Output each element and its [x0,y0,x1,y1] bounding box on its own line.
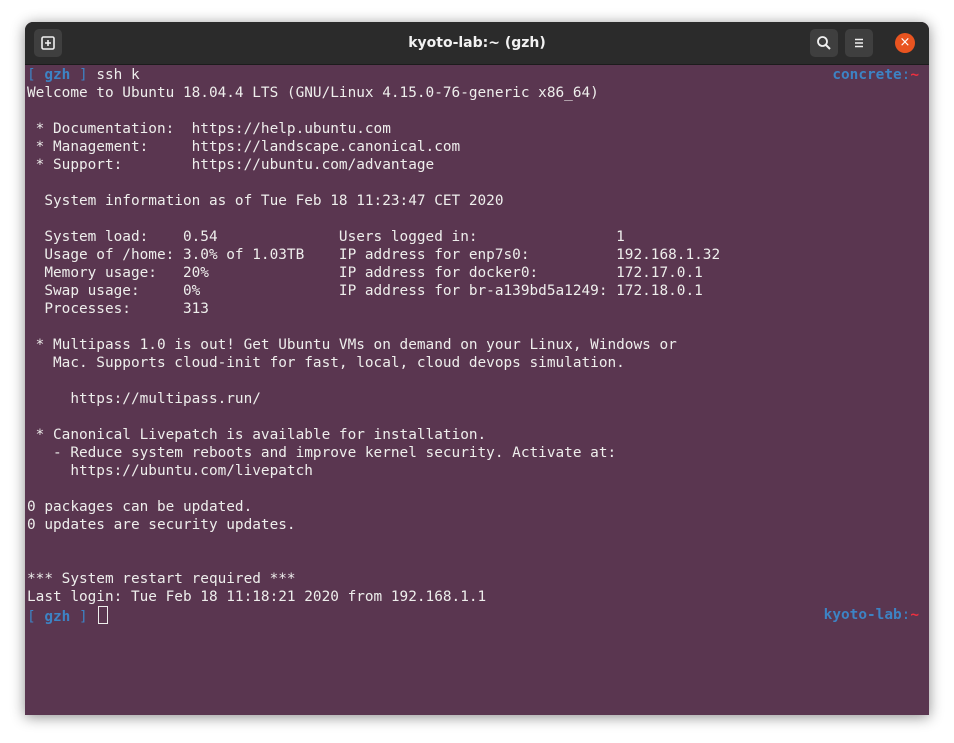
hamburger-menu-icon [855,38,863,48]
prompt-user: gzh [44,67,71,83]
motd-sysinfo-row: Usage of /home: 3.0% of 1.03TB IP addres… [27,247,721,263]
motd-support: * Support: https://ubuntu.com/advantage [27,157,435,173]
motd-sysinfo-row: Swap usage: 0% IP address for br-a139bd5… [27,283,703,299]
motd-sysinfo-header: System information as of Tue Feb 18 11:2… [27,193,504,209]
terminal-output[interactable]: [ gzh ] ssh k concrete:~ Welcome to Ubun… [25,65,929,715]
prompt-line-1: [ gzh ] ssh k [27,66,140,84]
motd-livepatch-url: https://ubuntu.com/livepatch [27,463,313,479]
prompt-open-bracket: [ [27,609,36,625]
motd-livepatch-line: - Reduce system reboots and improve kern… [27,445,617,461]
new-tab-button[interactable] [34,29,62,57]
motd-livepatch-line: * Canonical Livepatch is available for i… [27,427,487,443]
new-tab-icon [41,36,55,50]
close-icon: × [899,35,911,50]
motd-sysinfo-row: Memory usage: 20% IP address for docker0… [27,265,703,281]
right-prompt-host: concrete [832,67,902,83]
right-prompt-host: kyoto-lab [823,607,902,623]
motd-security-updates: 0 updates are security updates. [27,517,296,533]
motd-sysinfo-row: Processes: 313 [27,301,209,317]
window-title: kyoto-lab:~ (gzh) [408,35,546,51]
prompt-close-bracket: ] [79,67,88,83]
command-text: ssh k [96,67,140,83]
motd-sysinfo-row: System load: 0.54 Users logged in: 1 [27,229,625,245]
prompt-user: gzh [44,609,71,625]
search-icon [817,36,831,50]
right-prompt-1: concrete:~ [832,66,919,84]
motd-management: * Management: https://landscape.canonica… [27,139,461,155]
motd-documentation: * Documentation: https://help.ubuntu.com [27,121,391,137]
motd-welcome: Welcome to Ubuntu 18.04.4 LTS (GNU/Linux… [27,85,599,101]
menu-button[interactable] [845,29,873,57]
search-button[interactable] [810,29,838,57]
motd-multipass-line: * Multipass 1.0 is out! Get Ubuntu VMs o… [27,337,677,353]
motd-packages: 0 packages can be updated. [27,499,253,515]
right-prompt-tilde: ~ [910,67,919,83]
right-prompt-2: kyoto-lab:~ [824,606,919,624]
titlebar: kyoto-lab:~ (gzh) × [25,22,929,65]
motd-restart-required: *** System restart required *** [27,571,296,587]
motd-multipass-line: Mac. Supports cloud-init for fast, local… [27,355,625,371]
right-prompt-tilde: ~ [910,607,919,623]
prompt-line-2[interactable]: [ gzh ] [27,606,109,625]
motd-multipass-url: https://multipass.run/ [27,391,261,407]
prompt-open-bracket: [ [27,67,36,83]
terminal-window: kyoto-lab:~ (gzh) × [ gzh ] ssh k concre… [25,22,929,715]
motd-last-login: Last login: Tue Feb 18 11:18:21 2020 fro… [27,589,487,605]
close-button[interactable]: × [895,33,915,53]
terminal-cursor [98,606,109,624]
prompt-close-bracket: ] [79,609,88,625]
